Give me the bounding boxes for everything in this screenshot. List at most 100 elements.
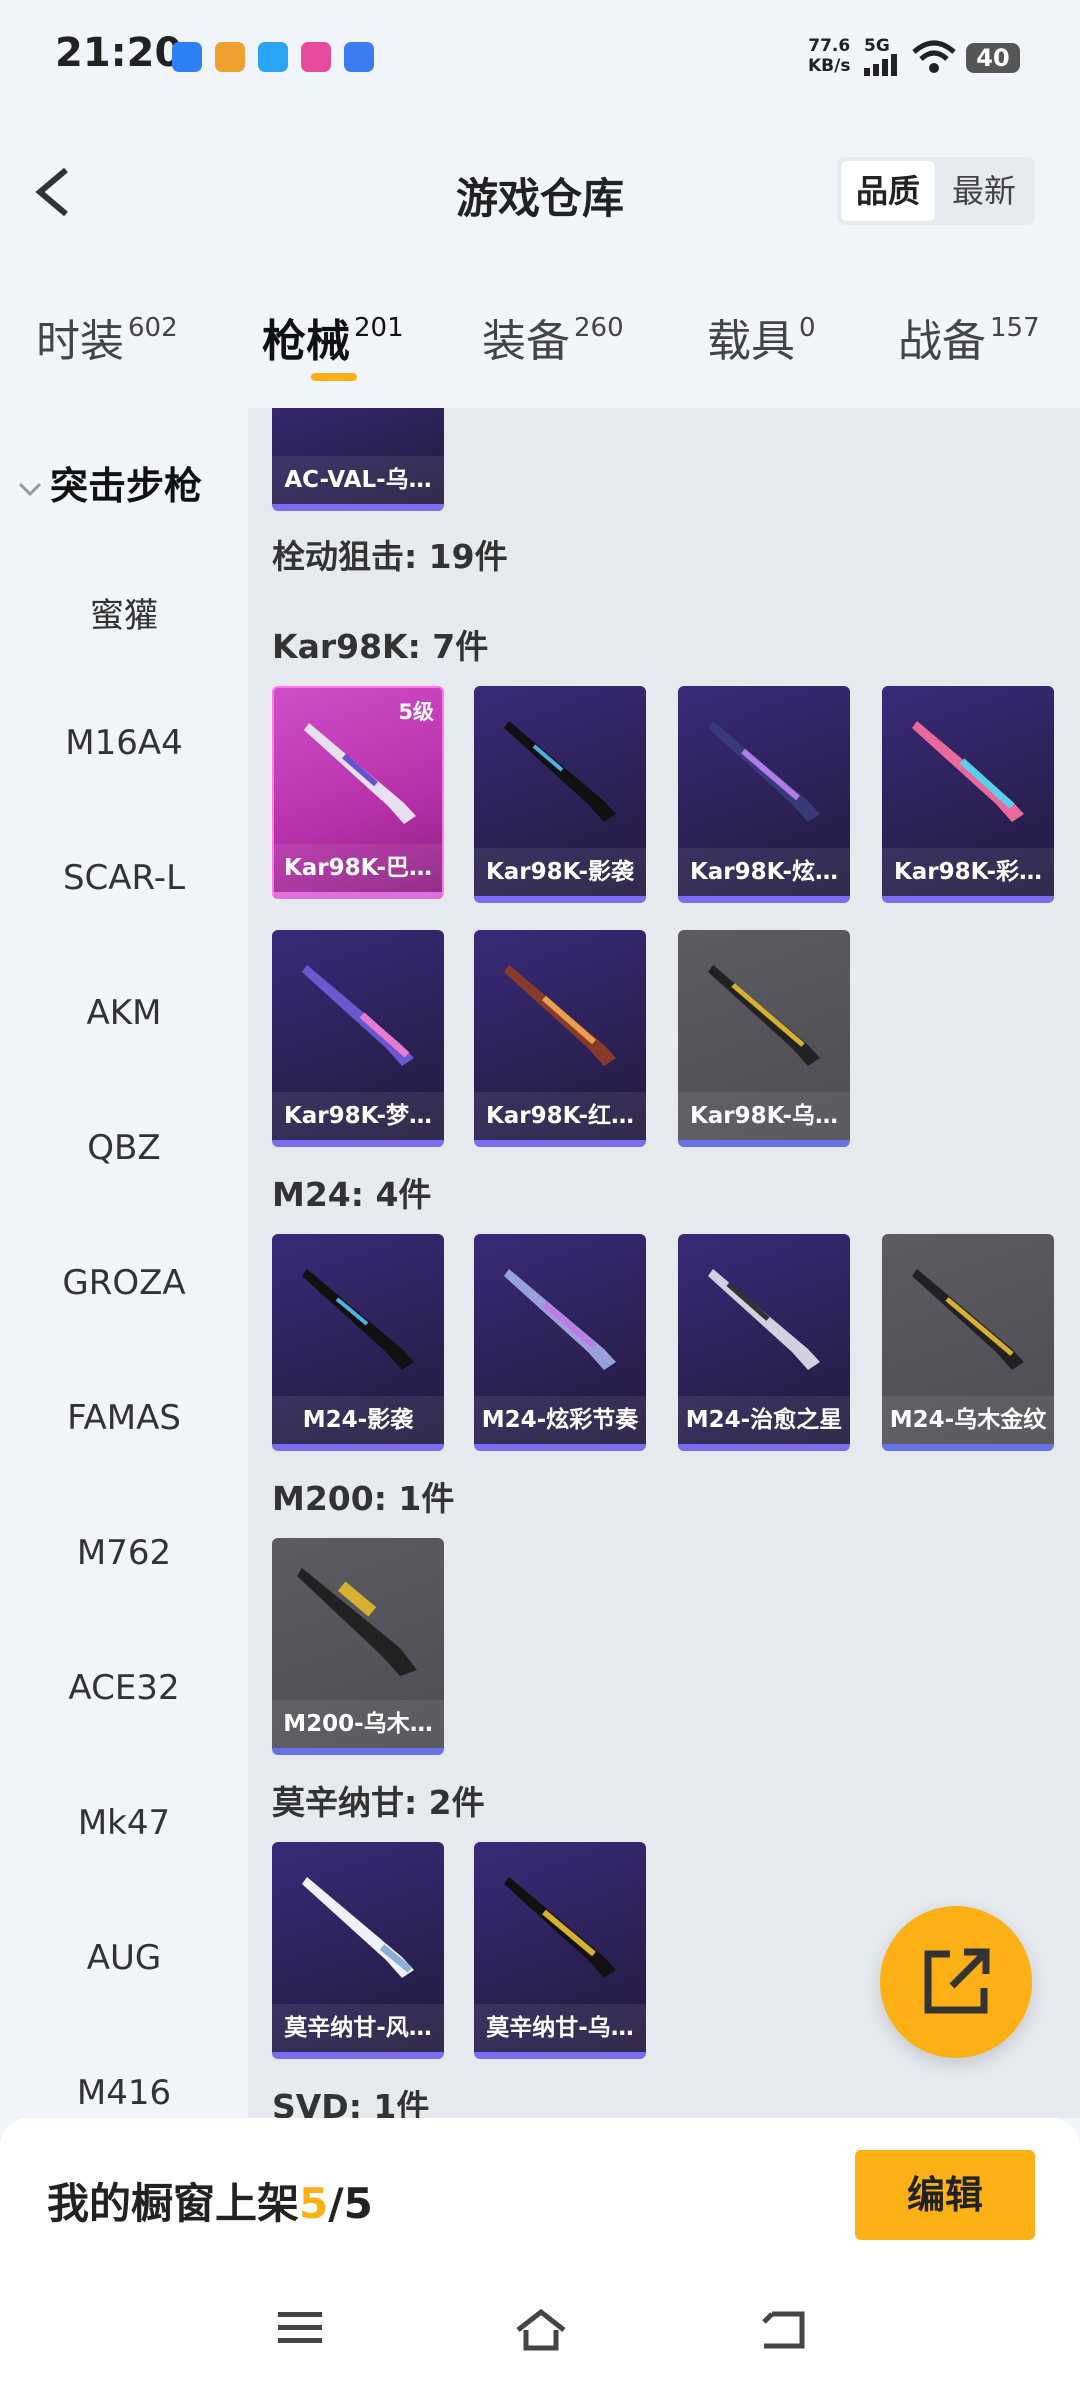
tab-count: 201 — [354, 313, 404, 343]
item-card[interactable]: Kar98K-梦… — [272, 930, 444, 1147]
tab-costume[interactable]: 时装 602 — [36, 305, 178, 369]
edit-button[interactable]: 编辑 — [855, 2150, 1035, 2240]
tab-count: 260 — [574, 313, 624, 343]
group-label-svd: SVD: 1件 — [272, 2087, 430, 2118]
sidebar-item-famas[interactable]: FAMAS — [0, 1398, 248, 1438]
crown-icon — [301, 42, 331, 72]
share-icon — [924, 1948, 990, 2014]
item-card-name: AC-VAL-乌… — [272, 456, 444, 504]
browser-icon — [344, 42, 374, 72]
showcase-status: 我的橱窗上架5/5 — [47, 2170, 373, 2231]
signal-icon — [864, 54, 897, 76]
sidebar-item-honey-badger[interactable]: 蜜獾 — [0, 588, 248, 637]
active-tab-indicator — [311, 373, 357, 381]
item-card[interactable]: 莫辛纳甘-乌… — [474, 1842, 646, 2059]
rifle-icon — [297, 1568, 417, 1676]
item-card-name: M24-乌木金纹 — [882, 1396, 1054, 1444]
sidebar-header-label: 突击步枪 — [50, 464, 203, 508]
item-card[interactable]: Kar98K-红… — [474, 930, 646, 1147]
sidebar-item-m416[interactable]: M416 — [0, 2073, 248, 2113]
tab-equipment[interactable]: 装备 260 — [482, 305, 624, 369]
network-speed-unit: KB/s — [808, 56, 851, 76]
menu-icon[interactable] — [276, 2308, 324, 2348]
tab-count: 157 — [990, 313, 1040, 343]
group-label-mosin-nagant: 莫辛纳甘: 2件 — [272, 1783, 485, 1822]
tab-count: 602 — [128, 313, 178, 343]
rifle-icon — [912, 721, 1024, 822]
item-card-name: M200-乌木… — [272, 1700, 444, 1748]
item-card[interactable]: M24-治愈之星 — [678, 1234, 850, 1451]
sort-by-quality-button[interactable]: 品质 — [841, 161, 935, 221]
item-card[interactable]: M200-乌木… — [272, 1538, 444, 1755]
showcase-label: 我的橱窗上架 — [47, 2179, 300, 2228]
home-icon[interactable] — [514, 2308, 568, 2352]
item-card[interactable]: Kar98K-炫… — [678, 686, 850, 903]
showcase-current-count: 5 — [299, 2179, 329, 2228]
item-card-name: 莫辛纳甘-乌… — [474, 2004, 646, 2052]
item-card-name: M24-炫彩节奏 — [474, 1396, 646, 1444]
item-card[interactable]: AC-VAL-乌… — [272, 408, 444, 511]
status-clock: 21:20 — [55, 30, 183, 76]
battery-indicator: 40 — [966, 43, 1020, 73]
sort-toggle: 品质 最新 — [837, 157, 1035, 225]
share-button[interactable] — [880, 1906, 1032, 2058]
sidebar-item-mk47[interactable]: Mk47 — [0, 1803, 248, 1843]
rifle-icon — [708, 965, 820, 1066]
item-card-name: Kar98K-梦… — [272, 1092, 444, 1140]
rifle-icon — [302, 1269, 414, 1370]
item-card-name: 莫辛纳甘-风… — [272, 2004, 444, 2052]
baidu-icon — [172, 42, 202, 72]
message-icon — [258, 42, 288, 72]
tab-label: 载具 — [707, 316, 795, 367]
tab-label: 枪械 — [262, 316, 350, 367]
rifle-icon — [302, 965, 414, 1066]
item-card-name: Kar98K-巴… — [274, 844, 442, 892]
rifle-icon — [302, 1877, 414, 1978]
rifle-icon — [912, 1269, 1024, 1370]
item-card[interactable]: 莫辛纳甘-风… — [272, 1842, 444, 2059]
tab-vehicles[interactable]: 载具 0 — [707, 305, 816, 369]
item-card-name: Kar98K-影袭 — [474, 848, 646, 896]
sidebar-item-akm[interactable]: AKM — [0, 993, 248, 1033]
sidebar-item-aug[interactable]: AUG — [0, 1938, 248, 1978]
group-label-m200: M200: 1件 — [272, 1479, 455, 1518]
item-card[interactable]: Kar98K-彩… — [882, 686, 1054, 903]
sidebar-category-header[interactable]: 突击步枪 — [18, 455, 202, 510]
rifle-icon — [708, 1269, 820, 1370]
wifi-icon — [912, 40, 956, 73]
sidebar-item-scar-l[interactable]: SCAR-L — [0, 858, 248, 898]
sidebar-item-m16a4[interactable]: M16A4 — [0, 723, 248, 763]
rifle-icon — [708, 721, 820, 822]
sidebar-item-qbz[interactable]: QBZ — [0, 1128, 248, 1168]
tab-label: 时装 — [36, 316, 124, 367]
item-card[interactable]: M24-乌木金纹 — [882, 1234, 1054, 1451]
sidebar-item-m762[interactable]: M762 — [0, 1533, 248, 1573]
sidebar-item-ace32[interactable]: ACE32 — [0, 1668, 248, 1708]
back-nav-icon[interactable] — [758, 2308, 806, 2352]
item-card[interactable]: 5级 Kar98K-巴… — [272, 686, 444, 899]
item-card[interactable]: M24-影袭 — [272, 1234, 444, 1451]
group-label-m24: M24: 4件 — [272, 1175, 432, 1214]
sort-by-newest-button[interactable]: 最新 — [937, 161, 1031, 221]
item-card[interactable]: Kar98K-乌… — [678, 930, 850, 1147]
tab-count: 0 — [799, 313, 816, 343]
section-label-bolt-action: 栓动狙击: 19件 — [272, 537, 508, 576]
item-card[interactable]: M24-炫彩节奏 — [474, 1234, 646, 1451]
rifle-icon — [504, 1877, 616, 1978]
item-card-name: Kar98K-红… — [474, 1092, 646, 1140]
item-grid-panel[interactable]: AC-VAL-乌… 栓动狙击: 19件 Kar98K: 7件 5级 Kar98K… — [248, 408, 1080, 2118]
item-card[interactable]: Kar98K-影袭 — [474, 686, 646, 903]
group-label-kar98k: Kar98K: 7件 — [272, 627, 489, 666]
network-speed-value: 77.6 — [808, 36, 851, 56]
tab-label: 战备 — [898, 316, 986, 367]
tab-firearms[interactable]: 枪械 201 — [262, 305, 404, 369]
item-level-badge: 5级 — [398, 700, 434, 724]
rifle-icon — [504, 965, 616, 1066]
showcase-total: /5 — [328, 2179, 373, 2228]
item-card-name: Kar98K-炫… — [678, 848, 850, 896]
rifle-icon — [504, 721, 616, 822]
tab-supplies[interactable]: 战备 157 — [898, 305, 1040, 369]
rifle-icon — [504, 1269, 616, 1370]
sidebar-item-groza[interactable]: GROZA — [0, 1263, 248, 1303]
item-card-name: M24-治愈之星 — [678, 1396, 850, 1444]
